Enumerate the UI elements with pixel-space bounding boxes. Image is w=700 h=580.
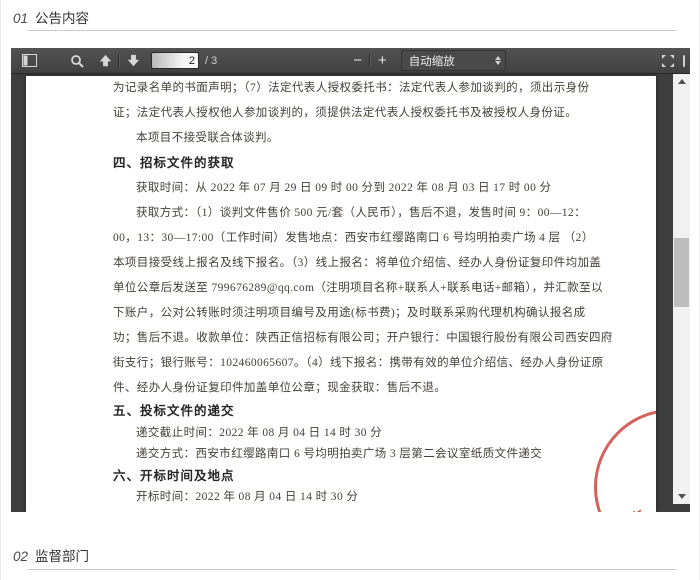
- page-up-button[interactable]: [93, 50, 117, 71]
- document-line: 街支行；银行账号：102460065607。（4）线下报名：携带有效的单位介绍信…: [113, 351, 617, 376]
- document-line: 单位公章后发送至 799676289@qq.com（注明项目名称+联系人+联系电…: [113, 276, 617, 301]
- section-number: 02: [13, 549, 28, 564]
- chevron-up-down-icon: [469, 56, 501, 65]
- section-divider: [28, 569, 676, 570]
- vertical-scrollbar[interactable]: [673, 74, 690, 504]
- search-button[interactable]: [65, 50, 89, 71]
- section-label: 公告内容: [35, 11, 89, 26]
- document-line: 件、经办人身份证复印件加盖单位公章；现金获取：售后不退。: [113, 376, 617, 401]
- document-line: 递交截止时间：2022 年 08 月 04 日 14 时 30 分: [113, 423, 617, 445]
- document-line: 为记录名单的书面声明；（7）法定代表人授权委托书：法定代表人参加谈判的，须出示身…: [113, 76, 617, 101]
- document-line: 四、招标文件的获取: [113, 151, 617, 176]
- zoom-out-button[interactable]: −: [347, 53, 368, 68]
- document-line: 功；售后不退。收款单位：陕西正信招标有限公司；开户银行：中国银行股份有限公司西安…: [113, 326, 617, 351]
- section-number: 01: [13, 11, 28, 26]
- seal-ring: [594, 409, 656, 512]
- company-seal: ★ 信 招 标 有 限: [581, 406, 656, 512]
- scroll-down-button[interactable]: [673, 489, 690, 504]
- scroll-down-icon: [678, 494, 686, 499]
- document-line: 证；法定代表人授权他人参加谈判的，须提供法定代表人授权委托书及被授权人身份证。: [113, 101, 617, 126]
- pdf-content-area: 为记录名单的书面声明；（7）法定代表人授权委托书：法定代表人参加谈判的，须出示身…: [11, 74, 690, 512]
- document-line: 00，13：30—17:00（工作时间）发售地点：西安市红缨路南口 6 号均明拍…: [113, 226, 617, 251]
- sidebar-toggle-button[interactable]: [17, 50, 41, 71]
- sidebar-toggle-icon: [22, 54, 37, 67]
- document-line: 获取时间：从 2022 年 07 月 29 日 09 时 00 分到 2022 …: [113, 176, 617, 201]
- document-line: 五、投标文件的递交: [113, 401, 617, 423]
- document-line: 开标时间：2022 年 08 月 04 日 14 时 30 分: [113, 487, 617, 509]
- fullscreen-icon: [661, 54, 675, 68]
- search-icon: [70, 54, 84, 68]
- document-line: 获取方式：（1）谈判文件售价 500 元/套（人民币），售后不退，发售时间 9：…: [113, 201, 617, 226]
- scroll-up-button[interactable]: [673, 74, 690, 89]
- section-title-supervisor: 02 监督部门: [13, 545, 89, 565]
- pdf-viewer: / 3 − + 自动缩放: [11, 48, 690, 512]
- section-title-announcement: 01 公告内容: [13, 7, 89, 27]
- page-total-label: / 3: [205, 55, 217, 67]
- scroll-up-icon: [678, 79, 686, 84]
- document-line: 本项目不接受联合体谈判。: [113, 126, 617, 151]
- fullscreen-button[interactable]: [656, 50, 680, 71]
- toolbar-separator: [369, 54, 371, 67]
- page-down-button[interactable]: [121, 50, 145, 71]
- document-text: 为记录名单的书面声明；（7）法定代表人授权委托书：法定代表人参加谈判的，须出示身…: [113, 76, 617, 509]
- toolbar-end-separator: [683, 55, 685, 67]
- section-label: 监督部门: [35, 549, 89, 564]
- document-line: 本项目接受线上报名及线下报名。（3）线上报名：将单位介绍信、经办人身份证复印件均…: [113, 251, 617, 276]
- page-down-icon: [127, 54, 140, 67]
- page-up-icon: [99, 54, 112, 67]
- zoom-select[interactable]: 自动缩放: [401, 50, 506, 71]
- section-divider: [28, 30, 676, 31]
- scrollbar-thumb[interactable]: [674, 238, 689, 307]
- pdf-page: 为记录名单的书面声明；（7）法定代表人授权委托书：法定代表人参加谈判的，须出示身…: [26, 76, 656, 512]
- toolbar-separator: [118, 54, 120, 67]
- pdf-toolbar: / 3 − + 自动缩放: [11, 48, 690, 74]
- page-number-input[interactable]: [151, 52, 199, 69]
- document-line: 六、开标时间及地点: [113, 466, 617, 488]
- page-frame: 01 公告内容: [0, 0, 700, 580]
- document-line: 下账户，公对公转账时须注明项目编号及用途(标书费)；及时联系采购代理机构确认报名…: [113, 301, 617, 326]
- document-line: 递交方式：西安市红缨路南口 6 号均明拍卖广场 3 层第二会议室纸质文件递交: [113, 444, 617, 466]
- zoom-in-button[interactable]: +: [372, 53, 393, 68]
- zoom-select-value: 自动缩放: [409, 53, 455, 69]
